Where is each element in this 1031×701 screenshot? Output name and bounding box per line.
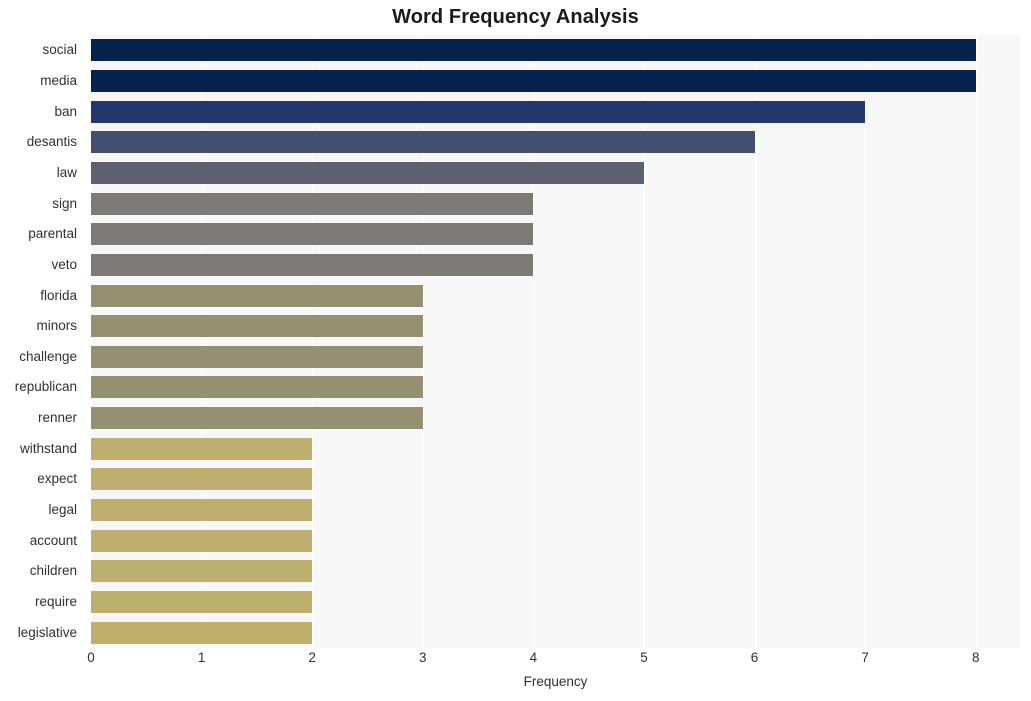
word-frequency-chart-figure: Word Frequency Analysis social media ban de…	[0, 0, 1031, 701]
x-axis-tick-label: 5	[640, 650, 648, 665]
bar[interactable]	[91, 591, 313, 614]
bar[interactable]	[91, 529, 313, 552]
x-axis-tick-label: 4	[529, 650, 538, 665]
y-axis-tick-label: florida	[40, 287, 77, 303]
y-axis-tick-label: sign	[52, 195, 77, 211]
y-axis-tick-label: legislative	[17, 624, 77, 640]
x-axis-tick-label: 8	[971, 650, 980, 665]
plot-area	[91, 35, 1020, 648]
y-axis-tick-label: renner	[37, 410, 77, 426]
bar[interactable]	[91, 192, 534, 215]
y-axis-tick-label: account	[29, 532, 77, 548]
y-axis-tick-label: social	[42, 42, 77, 58]
y-axis-tick-label: republican	[14, 379, 77, 395]
y-axis-tick-label: media	[40, 72, 77, 88]
bar[interactable]	[91, 345, 423, 368]
y-axis-tick-label: veto	[51, 256, 77, 272]
bar[interactable]	[91, 468, 313, 491]
x-axis-tick-labels: 0 1 2 3 4 5 6 7 8	[0, 650, 1031, 674]
y-axis-tick-label: challenge	[19, 348, 77, 364]
bar[interactable]	[91, 253, 534, 276]
bar[interactable]	[91, 376, 423, 399]
y-axis-tick-labels: social media ban desantis law sign parental vet…	[0, 35, 85, 648]
y-axis-tick-label: withstand	[19, 440, 77, 456]
bar[interactable]	[91, 39, 976, 62]
bar[interactable]	[91, 223, 534, 246]
y-axis-tick-label: children	[29, 563, 77, 579]
x-axis-label: Frequency	[523, 674, 588, 689]
x-axis-tick-label: 1	[197, 650, 206, 665]
x-axis-tick-label: 6	[750, 650, 759, 665]
bar[interactable]	[91, 437, 313, 460]
y-axis-tick-label: parental	[28, 226, 77, 242]
bar[interactable]	[91, 621, 313, 644]
x-axis-tick-label: 3	[419, 650, 427, 665]
bar[interactable]	[91, 407, 423, 430]
y-axis-tick-label: expect	[37, 471, 77, 487]
bar[interactable]	[91, 161, 644, 184]
y-axis-tick-label: require	[34, 594, 77, 610]
y-axis-tick-label: ban	[54, 103, 77, 119]
bar[interactable]	[91, 560, 313, 583]
bars-layer	[91, 35, 1020, 648]
x-axis-tick-label: 2	[308, 650, 316, 665]
bar[interactable]	[91, 315, 423, 338]
y-axis-tick-label: desantis	[26, 134, 77, 150]
y-axis-tick-label: law	[56, 164, 77, 180]
chart-title: Word Frequency Analysis	[392, 6, 639, 28]
bar[interactable]	[91, 131, 755, 154]
bar[interactable]	[91, 499, 313, 522]
x-axis-tick-label: 7	[861, 650, 869, 665]
bar[interactable]	[91, 284, 423, 307]
x-axis-tick-label: 0	[87, 650, 95, 665]
y-axis-tick-label: legal	[48, 502, 77, 518]
bar[interactable]	[91, 100, 866, 123]
y-axis-tick-label: minors	[36, 318, 77, 334]
bar[interactable]	[91, 69, 976, 92]
